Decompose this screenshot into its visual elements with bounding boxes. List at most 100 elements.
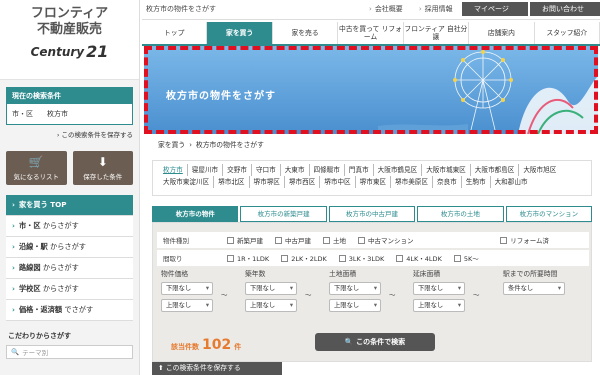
save-conditions-bar[interactable]: ⬆ この検索条件を保存する <box>152 362 282 375</box>
menu-item-route-map[interactable]: › 路線図 からさがす <box>6 258 133 279</box>
contact-button[interactable]: お問い合わせ <box>530 2 600 16</box>
area-link[interactable]: 奈良市 <box>433 176 462 188</box>
checkbox-1r[interactable]: 1R・1LDK <box>227 253 269 263</box>
chevron-right-icon: › <box>12 200 15 209</box>
checkbox-label: 2LK・2LDK <box>291 255 327 263</box>
company-logo[interactable]: フロンティア 不動産販売 Century 21 <box>0 0 139 80</box>
area-link[interactable]: 大阪市鶴見区 <box>374 164 423 176</box>
checkbox-icon <box>323 236 330 244</box>
menu-item-suffix: からさがす <box>42 263 79 272</box>
area-link[interactable]: 大阪市旭区 <box>519 164 560 176</box>
company-link[interactable]: › 会社概要 <box>369 4 403 14</box>
menu-item-suffix: でさがす <box>64 305 94 314</box>
menu-item-suffix: からさがす <box>42 284 79 293</box>
theme-search-input[interactable]: 🔍 テーマ別 <box>6 345 133 359</box>
checkbox-4lk[interactable]: 4LK・4LDK <box>396 253 442 263</box>
floor-max-select[interactable]: 上限なし ▾ <box>413 299 465 312</box>
chevron-down-icon: ▾ <box>373 285 377 292</box>
search-tab-all[interactable]: 枚方市の物件 <box>152 206 239 222</box>
menu-item-city[interactable]: › 市・区 からさがす <box>6 216 133 237</box>
chevron-down-icon: ▾ <box>373 302 377 309</box>
search-tab-new-house[interactable]: 枚方市の新築戸建 <box>240 206 327 222</box>
area-link[interactable]: 堺市西区 <box>285 176 321 188</box>
menu-item-buy-top[interactable]: › 家を買う TOP <box>6 195 133 216</box>
checkbox-3lk[interactable]: 3LK・3LDK <box>338 253 384 263</box>
area-link[interactable]: 生駒市 <box>462 176 491 188</box>
range-tilde: 〜 <box>389 291 396 299</box>
area-link[interactable]: 堺市中区 <box>320 176 356 188</box>
chevron-right-icon: › <box>12 284 15 293</box>
save-conditions-link[interactable]: › この検索条件を保存する <box>0 129 133 139</box>
mypage-button[interactable]: マイページ <box>462 2 528 16</box>
area-link[interactable]: 枚方市 <box>159 164 188 176</box>
nav-tab-buy[interactable]: 家を買う <box>207 22 273 44</box>
search-tab-used-house[interactable]: 枚方市の中古戸建 <box>328 206 416 222</box>
search-button[interactable]: 🔍 この条件で検索 <box>315 333 435 351</box>
checkbox-5k[interactable]: 5K〜 <box>453 253 479 263</box>
area-link[interactable]: 大阪市東淀川区 <box>159 176 215 188</box>
menu-item-school[interactable]: › 学校区 からさがす <box>6 279 133 300</box>
checkbox-icon <box>338 254 346 262</box>
chevron-down-icon: ▾ <box>289 285 293 292</box>
logo-mark-num: 21 <box>86 42 109 61</box>
menu-item-price[interactable]: › 価格・返済額 でさがす <box>6 300 133 321</box>
search-tab-land[interactable]: 枚方市の土地 <box>417 206 504 222</box>
floor-area-group: 延床面積 下限なし ▾ 〜 上限なし ▾ <box>413 268 493 316</box>
checkbox-2lk[interactable]: 2LK・2LDK <box>281 253 327 263</box>
area-link[interactable]: 大東市 <box>281 164 310 176</box>
area-link[interactable]: 大阪市城東区 <box>422 164 471 176</box>
price-range-group: 物件価格 下限なし ▾ 〜 上限なし ▾ <box>161 268 241 316</box>
current-conditions-box: 現在の検索条件 市・区 枚方市 <box>6 87 133 125</box>
area-link[interactable]: 大阪市都島区 <box>471 164 520 176</box>
nav-tab-reform[interactable]: 中古を買って リフォーム <box>338 22 404 44</box>
area-link[interactable]: 門真市 <box>345 164 374 176</box>
property-type-label: 物件種別 <box>163 237 189 245</box>
price-max-select[interactable]: 上限なし ▾ <box>161 299 213 312</box>
checkbox-used-mansion[interactable]: 中古マンション <box>358 235 414 245</box>
hero-dashed-border <box>144 46 598 134</box>
menu-item-line[interactable]: › 沿線・駅 からさがす <box>6 237 133 258</box>
search-tab-mansion[interactable]: 枚方市のマンション <box>505 206 593 222</box>
station-time-select[interactable]: 条件なし ▾ <box>503 282 565 295</box>
chevron-right-icon: › <box>12 221 15 230</box>
area-link[interactable]: 堺市堺区 <box>250 176 285 188</box>
saved-conditions-button[interactable]: ⬇ 保存した条件 <box>72 151 133 185</box>
age-min-select[interactable]: 下限なし ▾ <box>245 282 297 295</box>
area-link[interactable]: 堺市美原区 <box>391 176 433 188</box>
select-value: 下限なし <box>418 285 444 292</box>
station-time-group: 駅までの所要時間 条件なし ▾ <box>503 268 587 299</box>
land-min-select[interactable]: 下限なし ▾ <box>329 282 381 295</box>
favorites-button[interactable]: 🛒 気になるリスト <box>6 151 67 185</box>
checkbox-label: リフォーム済 <box>510 237 549 245</box>
area-link[interactable]: 大和郡山市 <box>491 176 532 188</box>
floor-area-title: 延床面積 <box>413 270 441 278</box>
floor-min-select[interactable]: 下限なし ▾ <box>413 282 465 295</box>
price-min-select[interactable]: 下限なし ▾ <box>161 282 213 295</box>
area-link[interactable]: 守口市 <box>252 164 281 176</box>
nav-tab-staff[interactable]: スタッフ紹介 <box>535 22 600 44</box>
area-link[interactable]: 堺市北区 <box>214 176 250 188</box>
nav-tab-own-development[interactable]: フロンティア 自社分譲 <box>404 22 470 44</box>
checkbox-reformed[interactable]: リフォーム済 <box>500 235 549 245</box>
nav-tab-top[interactable]: トップ <box>142 22 208 44</box>
checkbox-new-house[interactable]: 新築戸建 <box>227 235 263 245</box>
area-link[interactable]: 寝屋川市 <box>188 164 224 176</box>
utility-links: › 会社概要 › 採用情報 <box>369 4 453 14</box>
checkbox-used-house[interactable]: 中古戸建 <box>275 235 311 245</box>
checkbox-land[interactable]: 土地 <box>323 235 346 245</box>
recruit-link[interactable]: › 採用情報 <box>419 4 453 14</box>
nav-tab-stores[interactable]: 店舗案内 <box>469 22 535 44</box>
arrow-right-icon: › <box>369 5 372 13</box>
area-link[interactable]: 堺市東区 <box>356 176 392 188</box>
age-max-select[interactable]: 上限なし ▾ <box>245 299 297 312</box>
menu-item-prefix: 市・区 <box>18 221 41 230</box>
area-link[interactable]: 四條畷市 <box>310 164 345 176</box>
area-link[interactable]: 交野市 <box>223 164 252 176</box>
nav-tab-sell[interactable]: 家を売る <box>273 22 339 44</box>
breadcrumb-separator: › <box>189 141 192 149</box>
land-max-select[interactable]: 上限なし ▾ <box>329 299 381 312</box>
checkbox-icon <box>227 254 234 262</box>
breadcrumb-buy[interactable]: 家を買う <box>158 141 185 149</box>
checkbox-label: 土地 <box>333 237 346 245</box>
select-value: 下限なし <box>166 285 192 292</box>
